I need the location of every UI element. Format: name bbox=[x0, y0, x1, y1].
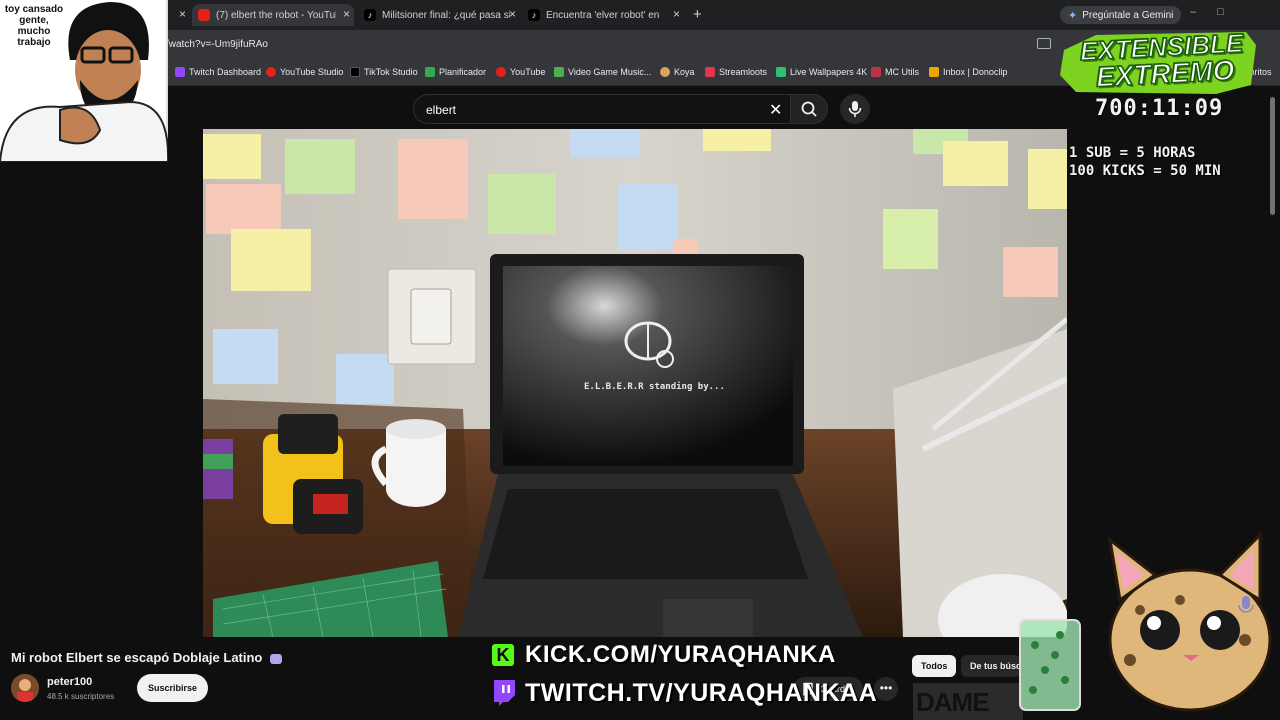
cast-icon[interactable] bbox=[1037, 38, 1051, 49]
bookmark-label: Video Game Music... bbox=[568, 67, 652, 77]
close-tab-icon[interactable]: × bbox=[170, 4, 188, 26]
youtube-studio-icon bbox=[266, 67, 276, 77]
subathon-rule-1: 1 SUB = 5 HORAS bbox=[1069, 145, 1196, 161]
twitch-link-overlay: TWITCH.TV/YURAQHANKAA bbox=[492, 677, 877, 709]
streamer-avatar-overlay: toy cansado gente, mucho trabajo bbox=[0, 0, 170, 163]
tiktok-icon: ♪ bbox=[528, 9, 540, 21]
gemini-icon: ✦ bbox=[1068, 9, 1078, 22]
url-field[interactable]: /watch?v=-Um9jifuRAo bbox=[166, 39, 268, 50]
bookmark-label: YouTube Studio bbox=[280, 67, 344, 77]
bookmark-tiktok-studio[interactable]: TikTok Studio bbox=[350, 67, 418, 77]
more-actions-button[interactable]: ••• bbox=[874, 677, 898, 701]
bookmark-label: MC Utils bbox=[885, 67, 919, 77]
bookmark-video-game-music[interactable]: Video Game Music... bbox=[554, 67, 651, 77]
subathon-rule-2: 100 KICKS = 50 MIN bbox=[1069, 163, 1221, 179]
bookmark-mc-utils[interactable]: MC Utils bbox=[871, 67, 919, 77]
more-icon: ••• bbox=[879, 681, 893, 695]
kick-url: KICK.COM/YURAQHANKA bbox=[525, 641, 836, 668]
twitch-icon bbox=[175, 67, 185, 77]
tab-tiktok-2[interactable]: ♪ Encuentra 'elver robot' en TikTo × bbox=[522, 4, 684, 26]
bookmark-youtube-studio[interactable]: YouTube Studio bbox=[266, 67, 343, 77]
close-tab-icon[interactable]: × bbox=[343, 7, 350, 21]
chip-from-searches[interactable]: De tus búsq bbox=[961, 655, 1021, 677]
mc-utils-icon bbox=[871, 67, 881, 77]
channel-name[interactable]: peter100 bbox=[47, 676, 92, 688]
emoji-icon bbox=[270, 653, 282, 664]
channel-avatar-image bbox=[11, 674, 39, 702]
laptop-screen-text: E.L.B.E.R.R standing by... bbox=[584, 382, 725, 392]
tab-title: Encuentra 'elver robot' en TikTo bbox=[546, 9, 662, 21]
close-tab-icon[interactable]: × bbox=[673, 7, 680, 21]
tiktok-icon: ♪ bbox=[364, 9, 376, 21]
music-icon bbox=[554, 67, 564, 77]
left-panel bbox=[0, 129, 203, 637]
bookmark-label: Streamloots bbox=[719, 67, 768, 77]
subathon-timer: 700:11:09 bbox=[1095, 96, 1224, 121]
koya-icon bbox=[660, 67, 670, 77]
thumbnail-text: DAME bbox=[916, 687, 990, 717]
microphone-icon bbox=[848, 101, 862, 117]
bookmark-live-wallpapers[interactable]: Live Wallpapers 4K bbox=[776, 67, 867, 77]
screen: × (7) elbert the robot - YouTube × ♪ Mil… bbox=[0, 0, 1280, 720]
page-scrollbar[interactable] bbox=[1270, 97, 1275, 215]
window-controls[interactable]: –□ bbox=[1190, 6, 1245, 18]
tiktok-icon bbox=[350, 67, 360, 77]
voice-search-button[interactable] bbox=[840, 94, 870, 124]
chip-all[interactable]: Todos bbox=[912, 655, 957, 677]
youtube-icon bbox=[496, 67, 506, 77]
bookmark-label: Koya bbox=[674, 67, 695, 77]
video-player[interactable]: E.L.B.E.R.R standing by... bbox=[203, 129, 1067, 637]
donoclip-icon bbox=[929, 67, 939, 77]
microphone-icon bbox=[1238, 596, 1254, 613]
tab-title: Militsioner final: ¿qué pasa si u bbox=[382, 9, 510, 21]
subscriber-count: 48.5 k suscriptores bbox=[47, 692, 115, 701]
bookmark-label: Planificador bbox=[439, 67, 487, 77]
recommended-thumbnail[interactable]: DAME bbox=[913, 683, 1023, 720]
kick-link-overlay: K KICK.COM/YURAQHANKA bbox=[492, 640, 836, 670]
gemini-button[interactable]: ✦ Pregúntale a Gemini bbox=[1060, 6, 1182, 24]
bookmark-label: Twitch Dashboard bbox=[189, 67, 262, 77]
video-title-text: Mi robot Elbert se escapó Doblaje Latino bbox=[11, 650, 263, 665]
bookmark-donoclip[interactable]: Inbox | Donoclip bbox=[929, 67, 1007, 77]
tab-title: (7) elbert the robot - YouTube bbox=[216, 9, 336, 21]
streamloots-icon bbox=[705, 67, 715, 77]
search-icon bbox=[801, 101, 817, 117]
channel-avatar[interactable] bbox=[11, 674, 39, 702]
subscribe-button[interactable]: Suscribirse bbox=[137, 674, 208, 702]
browser-tab-bar: × (7) elbert the robot - YouTube × ♪ Mil… bbox=[0, 0, 1280, 30]
gemini-label: Pregúntale a Gemini bbox=[1082, 9, 1174, 21]
bookmark-label: YouTube bbox=[510, 67, 546, 77]
search-box: ✕ bbox=[413, 94, 791, 124]
search-input[interactable] bbox=[426, 100, 756, 120]
extensible-banner: EXTENSIBLE EXTREMO bbox=[1056, 27, 1261, 96]
tab-youtube[interactable]: (7) elbert the robot - YouTube × bbox=[192, 4, 354, 26]
video-title: Mi robot Elbert se escapó Doblaje Latino bbox=[11, 650, 282, 665]
cat-mascot-overlay bbox=[1015, 520, 1280, 720]
bookmark-planificador[interactable]: Planificador bbox=[425, 67, 486, 77]
calendar-icon bbox=[425, 67, 435, 77]
search-button[interactable] bbox=[790, 94, 828, 124]
bookmark-twitch-dashboard[interactable]: Twitch Dashboard bbox=[175, 67, 261, 77]
clear-search-icon[interactable]: ✕ bbox=[769, 100, 782, 120]
tab-tiktok-1[interactable]: ♪ Militsioner final: ¿qué pasa si u × bbox=[358, 4, 520, 26]
new-tab-button[interactable]: + bbox=[693, 6, 702, 23]
bookmark-label: Live Wallpapers 4K bbox=[790, 67, 868, 77]
bookmark-koya[interactable]: Koya bbox=[660, 67, 695, 77]
wallpaper-icon bbox=[776, 67, 786, 77]
voice-assistant-icon[interactable] bbox=[1236, 594, 1256, 618]
bookmark-streamloots[interactable]: Streamloots bbox=[705, 67, 767, 77]
bookmark-youtube[interactable]: YouTube bbox=[496, 67, 545, 77]
twitch-url: TWITCH.TV/YURAQHANKAA bbox=[525, 678, 878, 707]
kick-logo-icon: K bbox=[492, 644, 514, 666]
cat-mascot-image bbox=[1019, 531, 1272, 712]
close-tab-icon[interactable]: × bbox=[509, 7, 516, 21]
cam-caption: toy cansado gente, mucho trabajo bbox=[4, 4, 64, 48]
youtube-icon bbox=[198, 9, 210, 21]
bookmark-label: Inbox | Donoclip bbox=[943, 67, 1008, 77]
bookmark-label: TikTok Studio bbox=[364, 67, 418, 77]
twitch-logo-icon bbox=[494, 680, 515, 706]
